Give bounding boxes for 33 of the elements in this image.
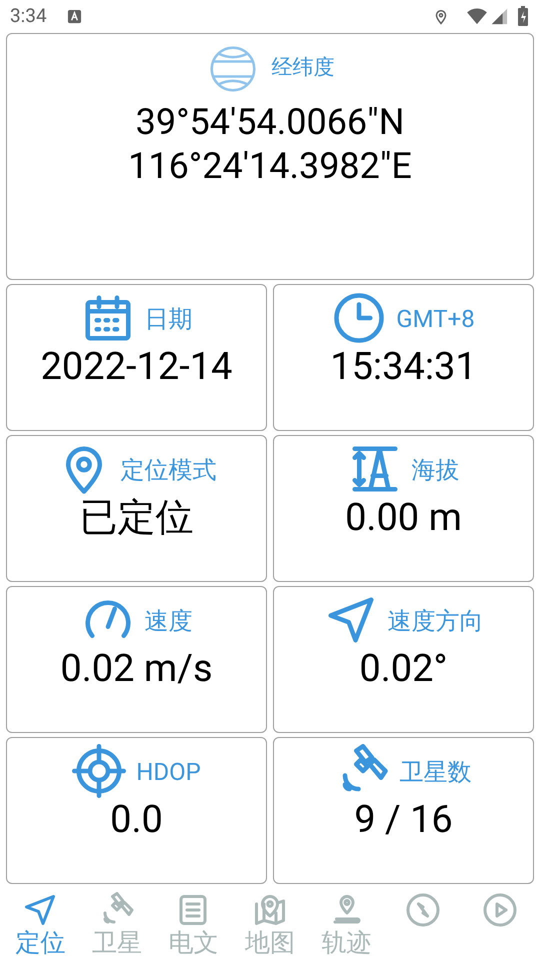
nav-tab[interactable]: 电文	[155, 886, 232, 960]
card-value: 0.02°	[359, 647, 448, 691]
compass-icon	[405, 892, 442, 928]
card-label: GMT+8	[396, 304, 475, 335]
coordinates-label: 经纬度	[272, 55, 334, 82]
crosshair-icon	[72, 744, 126, 798]
card-label: 速度	[144, 606, 192, 637]
card-label: 海拔	[412, 455, 460, 486]
card-label: 定位模式	[120, 455, 216, 486]
wifi-icon	[466, 7, 488, 25]
nav-tab[interactable]: 地图	[232, 886, 308, 960]
status-time: 3:34	[10, 2, 47, 29]
notification-icon	[66, 8, 82, 24]
card-value: 2022-12-14	[40, 345, 232, 389]
card-label: 速度方向	[388, 606, 484, 637]
card-value: 0.0	[110, 798, 163, 842]
signal-icon	[490, 7, 508, 25]
card-label: HDOP	[136, 757, 201, 788]
card-label: 卫星数	[400, 757, 472, 788]
card-value: 15:34:31	[330, 345, 477, 389]
nav-tab[interactable]: 卫星	[78, 886, 156, 960]
nav-tab[interactable]: 定位	[2, 886, 79, 960]
card-value: 0.02 m/s	[60, 647, 213, 691]
card-label: 日期	[144, 304, 192, 335]
clock-icon	[332, 291, 386, 345]
card-value: 已定位	[80, 496, 194, 540]
card-value: 9 / 16	[354, 798, 453, 842]
latitude-value: 39°54'54.0066"N	[136, 100, 404, 144]
nav-tab[interactable]: 轨迹	[308, 886, 385, 960]
battery-icon	[518, 6, 528, 26]
play-icon	[482, 892, 518, 928]
card-value: 0.00 m	[345, 496, 462, 540]
longitude-value: 116°24'14.3982"E	[128, 144, 412, 188]
